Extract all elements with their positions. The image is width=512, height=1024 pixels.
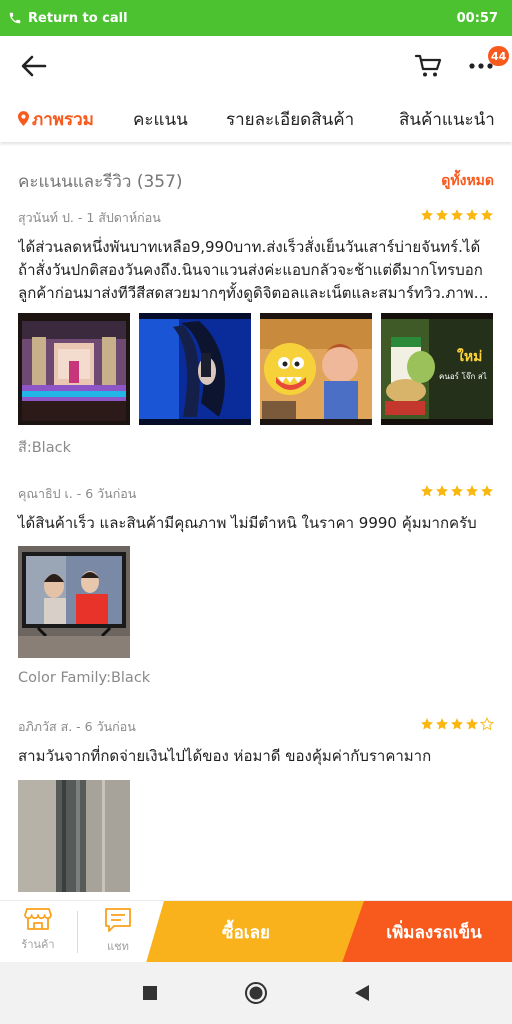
- tab-product-details[interactable]: รายละเอียดสินค้า: [226, 106, 354, 133]
- star-icon: [481, 209, 493, 221]
- return-to-call[interactable]: Return to call: [8, 11, 128, 26]
- star-empty-icon: [480, 717, 494, 731]
- nav-home-button[interactable]: [244, 981, 268, 1005]
- review-author-time: สุวนันท์ ป. - 1 สัปดาห์ก่อน: [18, 210, 161, 225]
- review-image[interactable]: [139, 313, 251, 425]
- star-icon: [436, 718, 448, 730]
- review-image-row: [18, 546, 130, 658]
- divider: [77, 911, 78, 953]
- review-item: อภิภวัส ส. - 6 วันก่อน สามวันจากที่กดจ่า…: [18, 717, 494, 897]
- ratings-header: คะแนนและรีวิว (357) ดูทั้งหมด: [18, 168, 494, 192]
- star-icon: [436, 209, 448, 221]
- tab-bar: ภาพรวม คะแนน รายละเอียดสินค้า สินค้าแนะน…: [0, 96, 512, 142]
- star-rating: [420, 717, 494, 731]
- chat-icon: [105, 908, 131, 932]
- nav-back-icon: [355, 985, 369, 1001]
- review-item: สุวนันท์ ป. - 1 สัปดาห์ก่อน ได้ส่วนลดหนึ…: [18, 208, 494, 460]
- star-icon: [451, 718, 463, 730]
- location-pin-icon: [18, 111, 29, 126]
- review-variant: Color Family:Black: [18, 670, 151, 686]
- nav-home-icon: [245, 982, 267, 1004]
- system-nav-bar: [0, 962, 512, 1024]
- star-icon: [466, 718, 478, 730]
- status-bar: Return to call 00:57: [0, 0, 512, 36]
- ad-overlay-title: ใหม่: [457, 347, 482, 365]
- ad-overlay-subtitle: คนอร์ โจ๊ก สไ: [439, 371, 487, 381]
- star-icon: [481, 485, 493, 497]
- store-label: ร้านค้า: [21, 938, 55, 951]
- store-icon: [24, 908, 52, 930]
- star-rating: [420, 208, 494, 222]
- review-author-time: คุณาธิป เ. - 6 วันก่อน: [18, 486, 137, 501]
- review-image-row: ใหม่ คนอร์ โจ๊ก สไ: [18, 313, 493, 425]
- return-to-call-label: Return to call: [28, 10, 128, 26]
- add-to-cart-button[interactable]: เพิ่มลงรถเข็น: [346, 901, 512, 963]
- review-image[interactable]: [18, 546, 130, 658]
- store-button[interactable]: ร้านค้า: [0, 901, 76, 963]
- phone-icon: [9, 12, 21, 24]
- review-text: ได้สินค้าเร็ว และสินค้ามีคุณภาพ ไม่มีตำห…: [18, 514, 477, 532]
- star-icon: [421, 718, 433, 730]
- cart-icon: [414, 54, 442, 77]
- back-arrow-icon: [21, 55, 47, 77]
- notification-badge: 44: [488, 46, 510, 66]
- nav-recents-icon: [143, 986, 157, 1000]
- star-icon: [451, 209, 463, 221]
- review-image[interactable]: [18, 780, 130, 892]
- tab-overview[interactable]: ภาพรวม: [18, 106, 94, 133]
- cart-button[interactable]: [412, 50, 444, 82]
- tab-ratings[interactable]: คะแนน: [133, 106, 188, 133]
- star-icon: [421, 485, 433, 497]
- review-image[interactable]: [18, 313, 130, 425]
- star-icon: [451, 485, 463, 497]
- tab-recommended[interactable]: สินค้าแนะนำ: [399, 106, 495, 133]
- star-icon: [421, 209, 433, 221]
- review-author-time: อภิภวัส ส. - 6 วันก่อน: [18, 719, 136, 734]
- clock: 00:57: [456, 10, 498, 26]
- review-image-row: [18, 780, 130, 892]
- review-item: คุณาธิป เ. - 6 วันก่อน ได้สินค้าเร็ว และ…: [18, 484, 494, 694]
- tab-overview-label: ภาพรวม: [32, 110, 94, 130]
- star-icon: [466, 485, 478, 497]
- review-text: สามวันจากที่กดจ่ายเงินไปได้ของ ห่อมาดี ข…: [18, 747, 432, 765]
- app-bar: 44: [0, 36, 512, 96]
- review-variant: สี:Black: [18, 440, 71, 456]
- chat-label: แชท: [107, 940, 129, 953]
- star-icon: [466, 209, 478, 221]
- ratings-title: คะแนนและรีวิว (357): [18, 172, 183, 192]
- star-icon: [436, 485, 448, 497]
- see-all-link[interactable]: ดูทั้งหมด: [441, 170, 494, 192]
- more-icon: [469, 63, 493, 69]
- nav-back-button[interactable]: [350, 981, 374, 1005]
- chat-button[interactable]: แชท: [80, 901, 156, 963]
- review-text: ได้ส่วนลดหนึ่งพันบาทเหลือ9,990บาท.ส่งเร็…: [18, 238, 483, 302]
- review-image[interactable]: ใหม่ คนอร์ โจ๊ก สไ: [381, 313, 493, 425]
- nav-recents-button[interactable]: [138, 981, 162, 1005]
- star-rating: [420, 484, 494, 498]
- review-image[interactable]: [260, 313, 372, 425]
- back-button[interactable]: [18, 52, 50, 80]
- buy-now-button[interactable]: ซื้อเลย: [146, 901, 346, 963]
- bottom-action-bar: ร้านค้า แชท ซื้อเลย เพิ่มลงรถเข็น: [0, 900, 512, 963]
